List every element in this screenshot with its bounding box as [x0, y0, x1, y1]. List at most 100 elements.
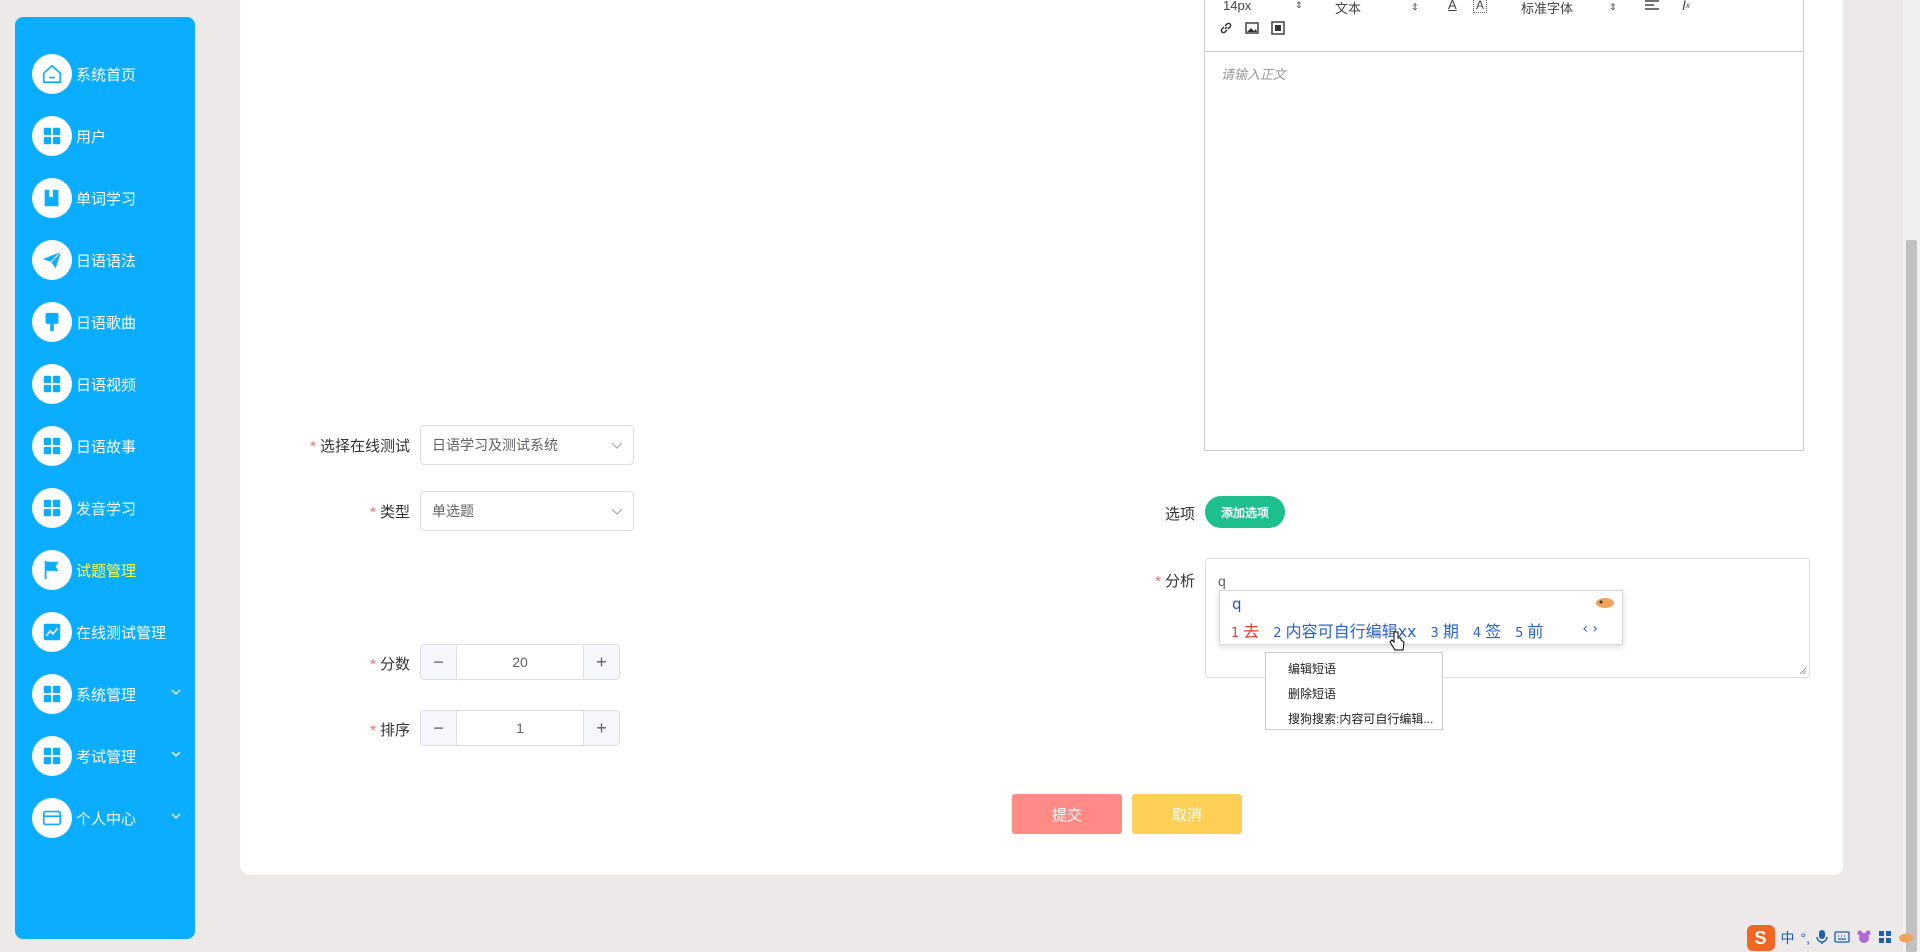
toolbox-icon[interactable] [1878, 930, 1892, 947]
grid-icon [32, 674, 72, 714]
page-scrollbar[interactable] [1903, 0, 1920, 952]
scrollbar-thumb[interactable] [1906, 240, 1917, 952]
ime-candidate-text: 去 [1243, 622, 1260, 641]
block-type-value: 文本 [1335, 1, 1362, 16]
sidebar-item-label: 在线测试管理 [76, 624, 167, 642]
keyboard-icon[interactable] [1834, 930, 1850, 946]
analysis-label-text: 分析 [1164, 573, 1195, 590]
sidebar-item-label: 日语语法 [76, 252, 137, 270]
editor-content[interactable]: 请输入正文 [1205, 52, 1803, 95]
ime-candidate-window: q 1去 2 内容可自行编辑xx 3期 4签 5前 ‹ › [1219, 590, 1623, 645]
sidebar-item-label: 发音学习 [76, 500, 137, 518]
microphone-icon[interactable] [1816, 929, 1828, 948]
required-mark: * [370, 656, 376, 673]
font-size-select[interactable]: 14px ⇕ [1223, 0, 1303, 13]
required-mark: * [1155, 573, 1161, 590]
ime-menu-edit-phrase[interactable]: 编辑短语 [1266, 657, 1442, 682]
sidebar-item-profile[interactable]: 个人中心 [15, 787, 195, 849]
grid-icon [32, 364, 72, 404]
ime-candidate[interactable]: 1去 [1231, 618, 1259, 642]
type-label: * 类型 [310, 501, 410, 522]
score-stepper[interactable]: − 20 + [420, 644, 620, 680]
ime-menu-delete-phrase[interactable]: 删除短语 [1266, 682, 1442, 707]
resize-grip-icon[interactable] [1799, 667, 1807, 675]
sidebar-item-users[interactable]: 用户 [15, 105, 195, 167]
grid-icon [32, 116, 72, 156]
image-icon[interactable] [1245, 21, 1259, 35]
sidebar-item-label: 考试管理 [76, 748, 137, 766]
score-decrement-button[interactable]: − [421, 645, 457, 679]
sidebar-item-stories[interactable]: 日语故事 [15, 415, 195, 477]
brush-icon [32, 302, 72, 342]
sogou-logo-icon[interactable]: S [1746, 925, 1775, 951]
chevron-down-icon [611, 442, 623, 449]
grid-icon [32, 736, 72, 776]
sidebar-item-words[interactable]: 单词学习 [15, 167, 195, 229]
chevron-down-icon [611, 508, 623, 515]
hand-cursor-icon [1389, 631, 1405, 651]
ime-candidate[interactable]: 4签 [1473, 618, 1501, 642]
order-decrement-button[interactable]: − [421, 711, 457, 745]
sidebar-item-grammar[interactable]: 日语语法 [15, 229, 195, 291]
skin-icon[interactable] [1856, 930, 1872, 947]
sidebar-item-online-tests[interactable]: 在线测试管理 [15, 601, 195, 663]
ime-candidate[interactable]: 5前 [1515, 618, 1543, 642]
sidebar-item-pronunciation[interactable]: 发音学习 [15, 477, 195, 539]
ime-candidate-number: 5 [1515, 626, 1524, 641]
updown-icon: ⇕ [1411, 2, 1419, 12]
sidebar-item-home[interactable]: 系统首页 [15, 43, 195, 105]
ime-candidate-text: 签 [1485, 622, 1502, 641]
font-size-value: 14px [1223, 0, 1252, 13]
ime-language-toggle[interactable]: 中 [1781, 928, 1795, 948]
background-color-icon[interactable]: A [1473, 0, 1488, 13]
ime-candidate-number: 2 [1273, 626, 1282, 641]
clear-format-icon[interactable]: Ix [1682, 0, 1690, 13]
order-value[interactable]: 1 [457, 711, 583, 745]
ime-candidate[interactable]: 3期 [1431, 618, 1459, 642]
order-increment-button[interactable]: + [583, 711, 619, 745]
cancel-button[interactable]: 取消 [1132, 794, 1242, 834]
add-option-button[interactable]: 添加选项 [1205, 496, 1285, 528]
grid-icon [32, 488, 72, 528]
ime-page-nav[interactable]: ‹ › [1582, 621, 1598, 637]
align-icon[interactable] [1645, 0, 1659, 11]
analysis-label: * 分析 [1140, 570, 1195, 591]
font-color-icon[interactable]: A [1448, 0, 1457, 12]
sidebar-item-songs[interactable]: 日语歌曲 [15, 291, 195, 353]
form-card: 14px ⇕ 文本 ⇕ A A 标准字体 ⇕ Ix 请输入正文 * 选择在线测试… [240, 0, 1843, 875]
link-icon[interactable] [1219, 21, 1233, 35]
grid-icon [32, 426, 72, 466]
sidebar-item-system[interactable]: 系统管理 [15, 663, 195, 725]
type-label-text: 类型 [379, 504, 410, 521]
online-test-label-text: 选择在线测试 [319, 438, 410, 455]
sidebar-item-exams[interactable]: 考试管理 [15, 725, 195, 787]
book-icon [32, 178, 72, 218]
editor-toolbar: 14px ⇕ 文本 ⇕ A A 标准字体 ⇕ Ix [1205, 0, 1803, 52]
mascot-icon[interactable] [1898, 930, 1914, 946]
sidebar-item-videos[interactable]: 日语视频 [15, 353, 195, 415]
sidebar-item-label: 系统管理 [76, 686, 137, 704]
chart-icon [32, 612, 72, 652]
sidebar-item-label: 日语歌曲 [76, 314, 137, 332]
wallet-icon [32, 798, 72, 838]
online-test-select[interactable]: 日语学习及测试系统 [420, 425, 634, 465]
type-select[interactable]: 单选题 [420, 491, 634, 531]
block-type-select[interactable]: 文本 ⇕ [1335, 0, 1419, 17]
ime-composition: q [1232, 595, 1242, 613]
video-icon[interactable] [1271, 21, 1285, 35]
score-value[interactable]: 20 [457, 645, 583, 679]
type-value: 单选题 [432, 503, 474, 519]
ime-toolbar: S 中 °, [1710, 924, 1920, 952]
sidebar-item-label: 系统首页 [76, 66, 137, 84]
order-stepper[interactable]: − 1 + [420, 710, 620, 746]
ime-punctuation-toggle[interactable]: °, [1801, 930, 1811, 946]
ime-menu-sogou-search[interactable]: 搜狗搜索:内容可自行编辑... [1266, 707, 1442, 732]
score-increment-button[interactable]: + [583, 645, 619, 679]
font-family-select[interactable]: 标准字体 ⇕ [1521, 0, 1617, 17]
updown-icon: ⇕ [1609, 2, 1617, 12]
ime-candidate-text: 期 [1442, 622, 1459, 641]
sidebar-item-questions[interactable]: 试题管理 [15, 539, 195, 601]
send-icon [32, 240, 72, 280]
score-label-text: 分数 [379, 656, 410, 673]
submit-button[interactable]: 提交 [1012, 794, 1122, 834]
